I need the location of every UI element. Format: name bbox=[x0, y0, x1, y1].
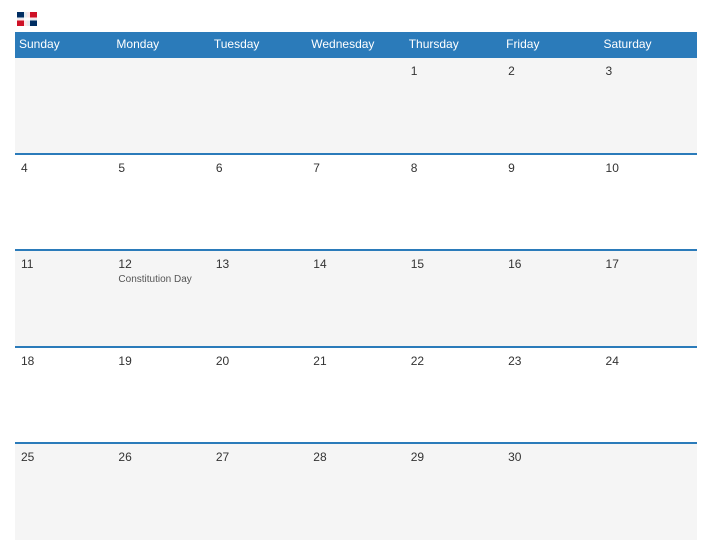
calendar-cell: 18 bbox=[15, 347, 112, 444]
day-number: 7 bbox=[313, 161, 398, 175]
calendar-week-row: 456789 10 bbox=[15, 154, 697, 251]
calendar-cell: 12 Constitution Day bbox=[112, 250, 209, 347]
day-number: 10 bbox=[606, 161, 691, 175]
calendar-cell: 15 bbox=[405, 250, 502, 347]
calendar-cell: 14 bbox=[307, 250, 404, 347]
calendar-cell: 13 bbox=[210, 250, 307, 347]
calendar-cell bbox=[307, 57, 404, 154]
day-number: 25 bbox=[21, 450, 106, 464]
calendar-cell: 22 bbox=[405, 347, 502, 444]
calendar-cell: 16 bbox=[502, 250, 599, 347]
day-number: 29 bbox=[411, 450, 496, 464]
calendar-cell: 9 bbox=[502, 154, 599, 251]
calendar-header bbox=[15, 10, 697, 24]
calendar-week-row: 123 bbox=[15, 57, 697, 154]
column-header-sunday: Sunday bbox=[15, 32, 112, 57]
calendar-cell: 20 bbox=[210, 347, 307, 444]
day-number: 14 bbox=[313, 257, 398, 271]
calendar-body: 123456789101112Constitution Day131415161… bbox=[15, 57, 697, 540]
calendar-cell: 10 bbox=[600, 154, 697, 251]
calendar-cell: 4 bbox=[15, 154, 112, 251]
day-number: 17 bbox=[606, 257, 691, 271]
calendar-week-row: 18 19 20 21 22 23 24 bbox=[15, 347, 697, 444]
calendar-cell: 21 bbox=[307, 347, 404, 444]
calendar-cell: 11 bbox=[15, 250, 112, 347]
holiday-label: Constitution Day bbox=[118, 273, 203, 286]
day-number: 3 bbox=[606, 64, 691, 78]
day-number: 1 bbox=[411, 64, 496, 78]
day-number: 20 bbox=[216, 354, 301, 368]
calendar-cell bbox=[210, 57, 307, 154]
calendar-week-row: 11 12 Constitution Day 13 14 15 16 17 bbox=[15, 250, 697, 347]
calendar-cell: 7 bbox=[307, 154, 404, 251]
logo bbox=[15, 10, 37, 24]
day-number: 22 bbox=[411, 354, 496, 368]
calendar-cell: 29 bbox=[405, 443, 502, 540]
calendar-cell: 1 bbox=[405, 57, 502, 154]
day-number: 24 bbox=[606, 354, 691, 368]
day-number: 6 bbox=[216, 161, 301, 175]
calendar-cell: 3 bbox=[600, 57, 697, 154]
column-header-wednesday: Wednesday bbox=[307, 32, 404, 57]
day-number: 8 bbox=[411, 161, 496, 175]
day-number: 21 bbox=[313, 354, 398, 368]
column-header-monday: Monday bbox=[112, 32, 209, 57]
day-number: 11 bbox=[21, 257, 106, 271]
day-number: 16 bbox=[508, 257, 593, 271]
calendar-cell: 8 bbox=[405, 154, 502, 251]
day-number: 15 bbox=[411, 257, 496, 271]
day-number: 28 bbox=[313, 450, 398, 464]
calendar-cell: 30 bbox=[502, 443, 599, 540]
day-number: 13 bbox=[216, 257, 301, 271]
calendar-cell bbox=[600, 443, 697, 540]
day-number: 30 bbox=[508, 450, 593, 464]
calendar-cell: 26 bbox=[112, 443, 209, 540]
calendar-cell: 5 bbox=[112, 154, 209, 251]
day-number: 18 bbox=[21, 354, 106, 368]
calendar-table: SundayMondayTuesdayWednesdayThursdayFrid… bbox=[15, 32, 697, 540]
day-number: 26 bbox=[118, 450, 203, 464]
day-number: 27 bbox=[216, 450, 301, 464]
calendar-cell: 6 bbox=[210, 154, 307, 251]
logo-flag-icon bbox=[17, 12, 37, 26]
day-number: 2 bbox=[508, 64, 593, 78]
calendar-week-row: 25 26 27 28 29 30 bbox=[15, 443, 697, 540]
calendar-cell: 27 bbox=[210, 443, 307, 540]
day-number: 5 bbox=[118, 161, 203, 175]
calendar-header-row: SundayMondayTuesdayWednesdayThursdayFrid… bbox=[15, 32, 697, 57]
day-number: 23 bbox=[508, 354, 593, 368]
day-number: 4 bbox=[21, 161, 106, 175]
calendar-cell: 28 bbox=[307, 443, 404, 540]
calendar-cell: 25 bbox=[15, 443, 112, 540]
column-header-thursday: Thursday bbox=[405, 32, 502, 57]
calendar-cell: 23 bbox=[502, 347, 599, 444]
day-number: 12 bbox=[118, 257, 203, 271]
calendar-cell: 24 bbox=[600, 347, 697, 444]
calendar-cell: 2 bbox=[502, 57, 599, 154]
calendar-cell bbox=[112, 57, 209, 154]
column-header-friday: Friday bbox=[502, 32, 599, 57]
column-header-tuesday: Tuesday bbox=[210, 32, 307, 57]
day-number: 19 bbox=[118, 354, 203, 368]
column-header-saturday: Saturday bbox=[600, 32, 697, 57]
day-number: 9 bbox=[508, 161, 593, 175]
calendar-cell bbox=[15, 57, 112, 154]
calendar-cell: 19 bbox=[112, 347, 209, 444]
calendar-cell: 17 bbox=[600, 250, 697, 347]
